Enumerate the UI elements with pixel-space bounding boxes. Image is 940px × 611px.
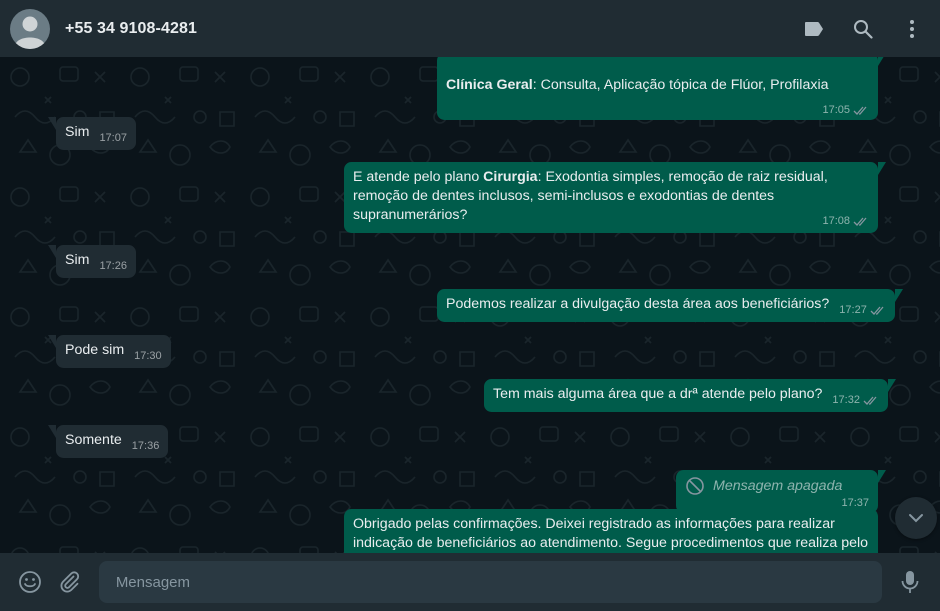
bubble-tail — [878, 57, 884, 66]
contact-avatar[interactable] — [10, 8, 50, 49]
bubble-tail — [887, 379, 896, 392]
chevron-down-icon — [909, 514, 923, 523]
message-meta: 17:27 — [839, 303, 886, 318]
message-text: Podemos realizar a divulgação desta área… — [446, 296, 830, 312]
search-icon[interactable] — [851, 17, 875, 41]
contact-name[interactable]: +55 34 9108-4281 — [65, 20, 197, 38]
message-meta: 17:05 — [822, 103, 869, 118]
message-bold-text: Clínica Geral — [446, 77, 533, 93]
message-prefix: E atende pelo plano — [353, 169, 484, 185]
bubble-tail — [48, 425, 56, 438]
message-time: 17:08 — [822, 215, 850, 227]
message-text: Sim — [65, 124, 90, 140]
message-text: : Consulta, Aplicação tópica de Flúor, P… — [532, 77, 829, 93]
message-incoming[interactable]: Somente 17:36 — [48, 425, 169, 458]
read-ticks-icon — [853, 216, 869, 227]
message-time: 17:36 — [131, 440, 160, 452]
message-outgoing[interactable]: Tem mais alguma área que a drª atende pe… — [484, 379, 896, 412]
message-text: Tem mais alguma área que a drª atende pe… — [493, 386, 823, 402]
attach-icon[interactable] — [50, 562, 90, 602]
message-incoming[interactable]: Pode sim 17:30 — [48, 335, 171, 368]
read-ticks-icon — [870, 305, 886, 316]
message-meta: 17:30 — [134, 349, 162, 364]
blocked-icon — [686, 477, 704, 495]
emoji-icon[interactable] — [10, 562, 50, 602]
message-meta: 17:36 — [132, 439, 160, 454]
message-meta: 17:08 — [822, 214, 869, 229]
message-outgoing[interactable]: Clínica Geral: Consulta, Aplicação tópic… — [437, 57, 884, 120]
message-input[interactable]: Mensagem — [98, 561, 883, 603]
message-time: 17:05 — [822, 104, 850, 116]
deleted-message-text: Mensagem apagada — [713, 477, 843, 494]
chat-header: +55 34 9108-4281 — [0, 0, 940, 57]
bubble-tail — [878, 162, 886, 175]
message-text: Sim — [65, 252, 90, 268]
message-text: Pode sim — [65, 342, 125, 358]
menu-icon[interactable] — [900, 17, 924, 41]
message-meta: 17:07 — [99, 131, 127, 146]
message-meta: 17:32 — [832, 393, 879, 408]
chat-area[interactable]: Clínica Geral: Consulta, Aplicação tópic… — [0, 57, 940, 553]
message-bold-text: Cirurgia — [483, 169, 538, 185]
scroll-down-button[interactable] — [895, 497, 937, 539]
read-ticks-icon — [863, 395, 879, 406]
message-time: 17:27 — [839, 304, 867, 316]
default-avatar-icon — [15, 16, 45, 49]
deleted-message: Mensagem apagada — [685, 476, 869, 496]
message-meta: 17:26 — [99, 259, 127, 274]
read-ticks-icon — [853, 105, 869, 116]
bubble-tail — [894, 289, 903, 302]
message-outgoing[interactable]: Podemos realizar a divulgação desta área… — [437, 289, 903, 322]
bubble-tail — [48, 245, 56, 258]
message-incoming[interactable]: Sim 17:26 — [48, 245, 136, 278]
header-actions — [777, 17, 930, 41]
message-outgoing[interactable]: Obrigado pelas confirmações. Deixei regi… — [344, 509, 878, 553]
label-icon[interactable] — [802, 17, 826, 41]
message-time: 17:30 — [134, 350, 162, 362]
message-outgoing[interactable]: E atende pelo plano Cirurgia: Exodontia … — [344, 162, 886, 233]
message-outgoing-deleted[interactable]: Mensagem apagada 17:37 — [676, 470, 886, 513]
compose-bar: Mensagem — [0, 553, 940, 611]
message-time: 17:26 — [99, 260, 127, 272]
message-incoming[interactable]: Sim 17:07 — [48, 117, 136, 150]
message-time: 17:07 — [99, 132, 127, 144]
message-text: Somente — [65, 432, 122, 448]
bubble-tail — [48, 117, 56, 130]
message-time: 17:32 — [832, 394, 860, 406]
message-text: Obrigado pelas confirmações. Deixei regi… — [353, 516, 869, 551]
mic-icon[interactable] — [890, 562, 930, 602]
bubble-tail — [48, 335, 56, 348]
bubble-tail — [878, 470, 886, 483]
